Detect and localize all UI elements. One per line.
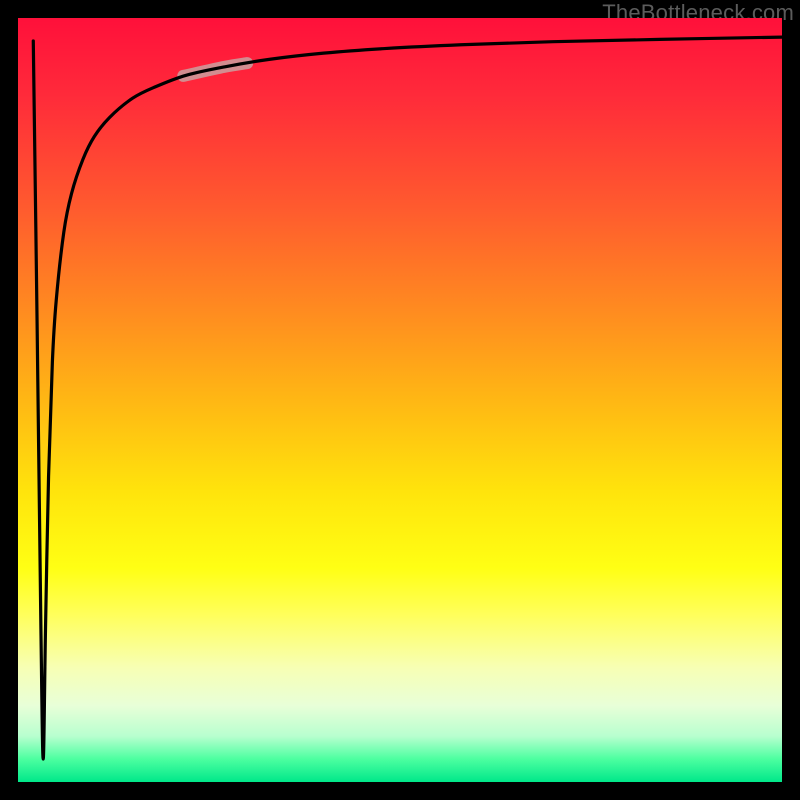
bottleneck-curve [33,37,782,759]
chart-frame: TheBottleneck.com [0,0,800,800]
curve-svg [18,18,782,782]
plot-area [18,18,782,782]
